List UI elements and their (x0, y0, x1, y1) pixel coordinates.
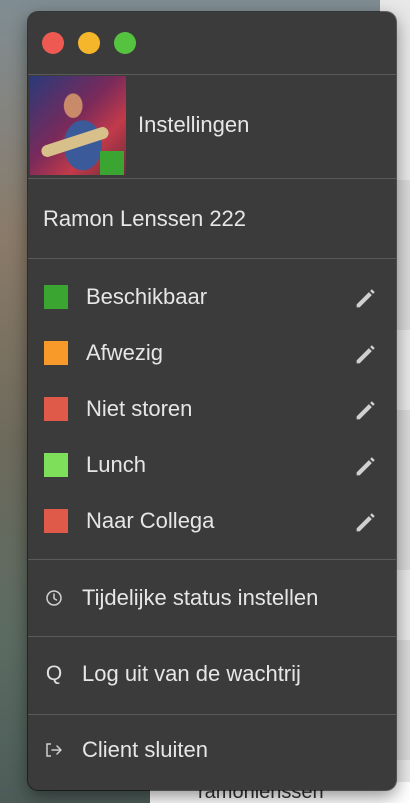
divider (28, 559, 396, 560)
status-color-swatch (44, 397, 68, 421)
status-color-swatch (44, 453, 68, 477)
edit-pencil-icon[interactable] (352, 396, 380, 424)
divider (28, 258, 396, 259)
divider (28, 714, 396, 715)
divider (28, 74, 396, 75)
settings-link[interactable]: Instellingen (138, 112, 249, 138)
status-label: Naar Collega (86, 508, 215, 533)
status-color-swatch (44, 341, 68, 365)
status-label: Beschikbaar (86, 284, 208, 309)
status-color-swatch (44, 509, 68, 533)
status-label: Afwezig (86, 340, 164, 365)
edit-pencil-icon[interactable] (352, 340, 380, 368)
close-client-button[interactable]: Client sluiten (28, 724, 396, 780)
minimize-window-button[interactable] (78, 32, 100, 54)
clock-icon (42, 586, 66, 610)
edit-pencil-icon[interactable] (352, 284, 380, 312)
action-label: Log uit van de wachtrij (82, 661, 301, 686)
action-label: Client sluiten (82, 737, 208, 762)
status-label: Lunch (86, 452, 146, 477)
avatar-status-indicator (100, 151, 124, 175)
q-glyph: Q (45, 662, 63, 685)
status-item-lunch[interactable]: Lunch (28, 440, 396, 492)
window-controls (42, 32, 136, 54)
status-item-afwezig[interactable]: Afwezig (28, 328, 396, 380)
set-temporary-status-button[interactable]: Tijdelijke status instellen (28, 572, 396, 628)
status-menu: Instellingen Ramon Lenssen 222 Beschikba… (28, 12, 396, 790)
status-color-swatch (44, 285, 68, 309)
username-label: Ramon Lenssen 222 (43, 206, 247, 231)
exit-icon (42, 738, 66, 762)
q-icon: Q (42, 662, 66, 686)
close-window-button[interactable] (42, 32, 64, 54)
divider (28, 178, 396, 179)
status-item-naar-collega[interactable]: Naar Collega (28, 496, 396, 548)
divider (28, 636, 396, 637)
edit-pencil-icon[interactable] (352, 508, 380, 536)
zoom-window-button[interactable] (114, 32, 136, 54)
status-item-niet-storen[interactable]: Niet storen (28, 384, 396, 436)
edit-pencil-icon[interactable] (352, 452, 380, 480)
logout-queue-button[interactable]: Q Log uit van de wachtrij (28, 648, 396, 704)
status-label: Niet storen (86, 396, 193, 421)
action-label: Tijdelijke status instellen (82, 585, 319, 610)
status-item-beschikbaar[interactable]: Beschikbaar (28, 272, 396, 324)
